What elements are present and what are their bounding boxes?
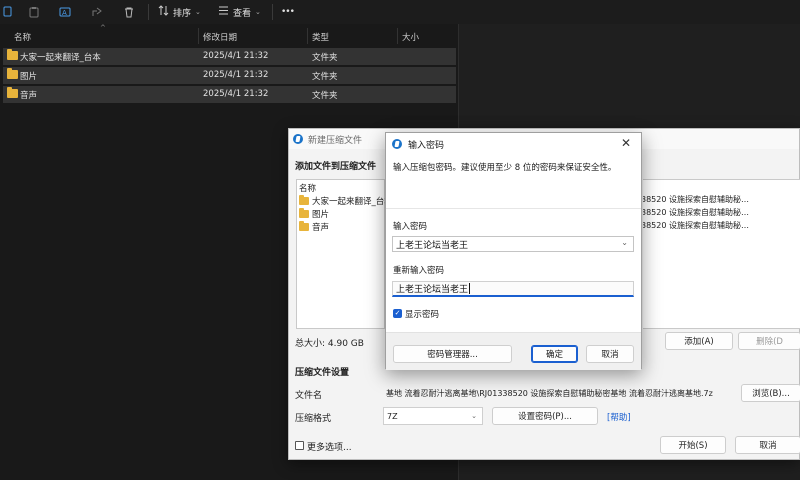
list-path: 38520 设施探索自慰辅助秘… [643, 208, 749, 217]
cancel-button[interactable]: 取消 [735, 436, 800, 454]
column-date[interactable]: 修改日期 [203, 31, 237, 43]
delete-icon[interactable] [122, 5, 136, 19]
svg-text:A: A [62, 9, 67, 17]
chevron-down-icon: ⌄ [195, 8, 201, 16]
folder-icon [7, 49, 18, 60]
file-row[interactable]: 大家一起来翻译_台本 2025/4/1 21:32 文件夹 [3, 48, 456, 65]
share-icon[interactable] [90, 5, 104, 19]
view-icon [218, 5, 229, 19]
more-options-button[interactable]: ••• [281, 4, 295, 20]
file-date: 2025/4/1 21:32 [203, 89, 269, 99]
browse-button[interactable]: 浏览(B)... [741, 384, 800, 402]
more-icon: ••• [281, 7, 295, 17]
list-item-label: 图片 [312, 210, 330, 220]
sort-caret-icon: ^ [100, 24, 106, 32]
file-listbox[interactable]: 名称 大家一起来翻译_台本 图片 音声 [296, 179, 393, 329]
filename-input[interactable]: 基地 流着忍耐汁逃离基地\RJ01338520 设施探索自慰辅助秘密基地 流着忍… [383, 384, 733, 402]
folder-icon [7, 87, 18, 98]
file-listbox-path-column: 38520 设施探索自慰辅助秘… 38520 设施探索自慰辅助秘… 38520 … [643, 179, 800, 329]
folder-icon [7, 68, 18, 79]
toolbar-divider [272, 4, 273, 20]
text-cursor [469, 283, 471, 294]
format-label: 压缩格式 [295, 414, 332, 424]
list-item[interactable]: 大家一起来翻译_台本 [299, 195, 393, 207]
sort-label: 排序 [173, 8, 192, 19]
file-type: 文件夹 [312, 72, 338, 82]
help-link[interactable]: [帮助] [607, 411, 631, 423]
file-date: 2025/4/1 21:32 [203, 51, 269, 61]
list-path: 38520 设施探索自慰辅助秘… [643, 195, 749, 204]
filename-label: 文件名 [295, 391, 323, 401]
chevron-down-icon: ⌄ [471, 412, 477, 420]
list-item-label: 音声 [312, 223, 330, 233]
add-button[interactable]: 添加(A) [665, 332, 733, 350]
file-row[interactable]: 音声 2025/4/1 21:32 文件夹 [3, 86, 456, 103]
folder-icon [299, 221, 309, 231]
app-logo-icon [293, 134, 303, 144]
settings-heading: 压缩文件设置 [295, 368, 350, 378]
delete-button[interactable]: 删除(D [738, 332, 800, 350]
paste-icon[interactable] [27, 5, 41, 19]
column-name[interactable]: 名称 [14, 31, 31, 43]
list-item-label: 大家一起来翻译_台本 [312, 197, 393, 207]
total-size-label: 总大小: 4.90 GB [295, 339, 364, 349]
cancel-button[interactable]: 取消 [586, 345, 634, 363]
chevron-down-icon: ⌄ [255, 8, 261, 16]
dialog-title: 输入密码 [408, 140, 445, 151]
list-item[interactable]: 图片 [299, 208, 329, 220]
show-password-label[interactable]: 显示密码 [405, 308, 439, 320]
column-type[interactable]: 类型 [312, 31, 329, 43]
file-name: 音声 [20, 91, 38, 101]
sort-button[interactable]: 排序 ⌄ [158, 4, 201, 20]
show-password-checkbox[interactable]: ✓ [393, 309, 402, 318]
column-divider[interactable] [307, 28, 308, 44]
rename-icon[interactable]: A [58, 5, 72, 19]
confirm-password-input[interactable]: 上老王论坛当老王 [392, 281, 634, 297]
password-label: 输入密码 [393, 222, 428, 232]
view-button[interactable]: 查看 ⌄ [218, 4, 261, 20]
file-type: 文件夹 [312, 91, 338, 101]
password-input[interactable]: 上老王论坛当老王 ⌄ [392, 236, 634, 252]
file-row[interactable]: 图片 2025/4/1 21:32 文件夹 [3, 67, 456, 84]
close-icon[interactable]: ✕ [619, 137, 633, 151]
list-header: 名称 [299, 184, 317, 194]
chevron-down-icon[interactable]: ⌄ [621, 238, 628, 247]
more-options-checkbox[interactable] [295, 441, 304, 450]
more-options-label[interactable]: 更多选项... [307, 440, 352, 453]
list-item[interactable]: 音声 [299, 221, 329, 233]
password-manager-button[interactable]: 密码管理器... [393, 345, 512, 363]
password-value: 上老王论坛当老王 [396, 240, 469, 251]
column-header: ^ 名称 修改日期 类型 大小 [0, 24, 458, 46]
set-password-button[interactable]: 设置密码(P)... [492, 407, 598, 425]
toolbar-divider [148, 4, 149, 20]
file-name: 图片 [20, 72, 38, 82]
folder-icon [299, 208, 309, 218]
column-size[interactable]: 大小 [402, 31, 419, 43]
folder-icon [299, 195, 309, 205]
format-value: 7Z [387, 411, 398, 421]
sort-icon [158, 5, 169, 19]
confirm-password-value: 上老王论坛当老王 [396, 285, 469, 295]
dialog-title: 新建压缩文件 [308, 135, 363, 146]
view-label: 查看 [233, 8, 252, 19]
list-path: 38520 设施探索自慰辅助秘… [643, 221, 749, 230]
divider [386, 208, 641, 209]
file-type: 文件夹 [312, 53, 338, 63]
column-divider[interactable] [397, 28, 398, 44]
password-dialog: 输入密码 ✕ 输入压缩包密码。建议使用至少 8 位的密码来保证安全性。 输入密码… [385, 132, 642, 370]
instruction-text: 输入压缩包密码。建议使用至少 8 位的密码来保证安全性。 [393, 163, 617, 173]
file-date: 2025/4/1 21:32 [203, 70, 269, 80]
copy-icon[interactable] [0, 5, 14, 19]
ok-button[interactable]: 确定 [531, 345, 578, 363]
app-logo-icon [392, 139, 402, 149]
start-button[interactable]: 开始(S) [660, 436, 726, 454]
format-select[interactable]: 7Z ⌄ [383, 407, 483, 425]
add-files-heading: 添加文件到压缩文件 [295, 162, 377, 172]
file-name: 大家一起来翻译_台本 [20, 53, 101, 63]
explorer-toolbar: A 排序 ⌄ 查看 ⌄ ••• [0, 0, 800, 24]
column-divider[interactable] [198, 28, 199, 44]
confirm-password-label: 重新输入密码 [393, 266, 445, 276]
dialog-titlebar: 输入密码 [386, 133, 641, 155]
